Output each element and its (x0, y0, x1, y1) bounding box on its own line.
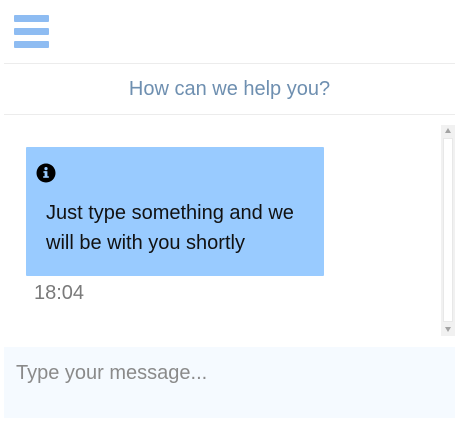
help-title: How can we help you? (128, 77, 331, 100)
message-text: Just type something and we will be with … (46, 202, 294, 254)
message-composer (4, 347, 455, 418)
message-bubble: Just type something and we will be with … (26, 147, 324, 276)
scroll-down-arrow-icon[interactable] (441, 324, 455, 336)
scrollbar-thumb[interactable] (443, 138, 453, 322)
help-header: How can we help you? (4, 64, 455, 115)
chat-scrollbar[interactable] (441, 125, 455, 336)
info-icon (36, 163, 56, 183)
scroll-up-arrow-icon[interactable] (441, 125, 455, 137)
message-input[interactable] (4, 347, 455, 418)
chat-messages: Just type something and we will be with … (4, 125, 455, 336)
hamburger-menu-icon[interactable] (14, 15, 50, 48)
menu-bar-middle (14, 28, 49, 35)
menu-bar-top (14, 15, 49, 22)
app-header (4, 0, 455, 64)
menu-bar-bottom (14, 41, 49, 48)
message-timestamp: 18:04 (34, 282, 85, 304)
